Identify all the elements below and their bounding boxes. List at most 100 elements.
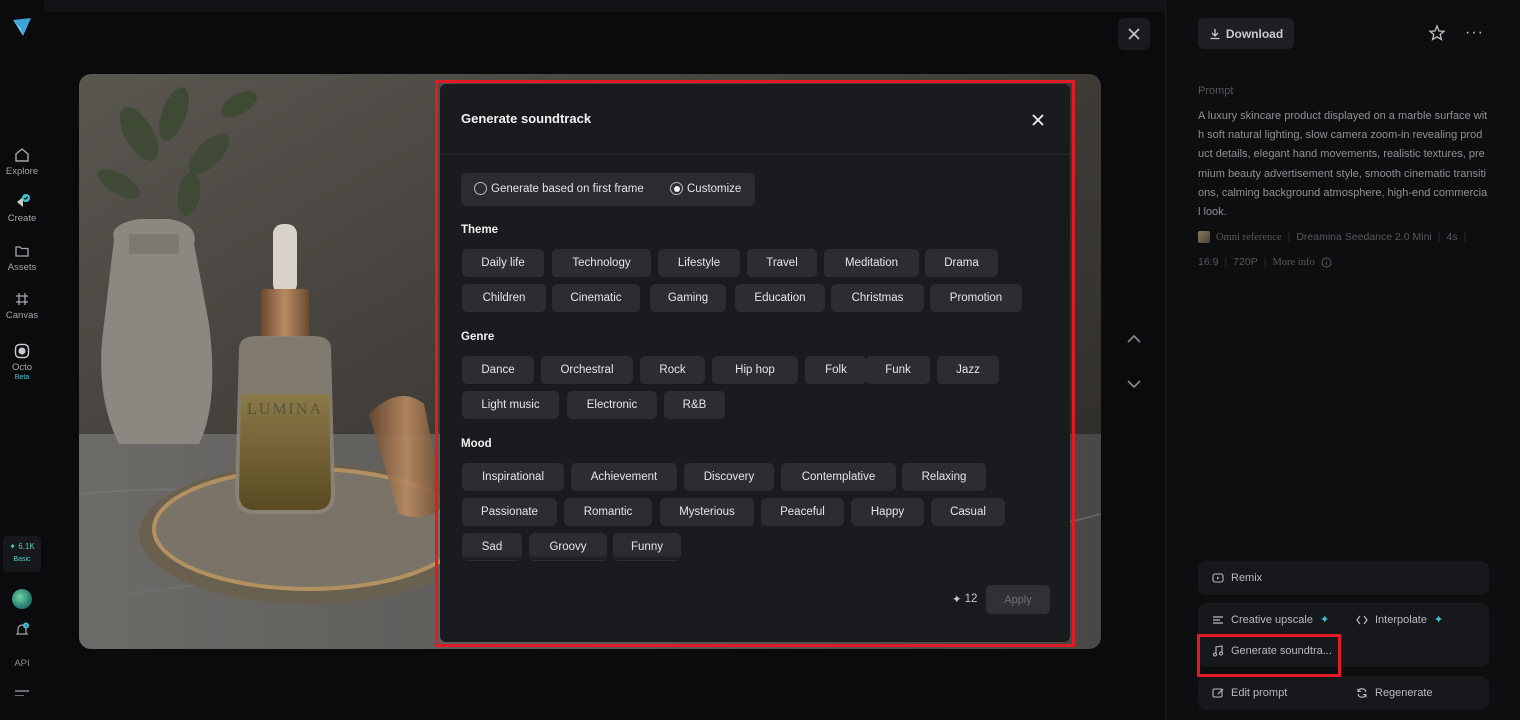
- close-icon: [1128, 28, 1140, 40]
- theme-chip[interactable]: Gaming: [650, 284, 726, 312]
- reference-label[interactable]: Omni reference: [1216, 232, 1282, 243]
- chevron-up-icon[interactable]: [1124, 329, 1144, 349]
- mood-chip[interactable]: Discovery: [684, 463, 774, 491]
- mode-option-label: Generate based on first frame: [491, 182, 644, 195]
- dialog-title: Generate soundtrack: [461, 111, 592, 126]
- mode-selector: Generate based on first frame Customize: [461, 173, 755, 206]
- nav-item-octo[interactable]: Octo Beta: [0, 343, 44, 381]
- mood-chip[interactable]: Mysterious: [660, 498, 754, 526]
- info-icon[interactable]: [1321, 257, 1332, 268]
- genre-chip[interactable]: Hip hop: [712, 356, 798, 384]
- credits-value: ✦ 6.1K: [9, 542, 35, 551]
- apply-button[interactable]: Apply: [986, 585, 1050, 614]
- genre-chip[interactable]: Funk: [866, 356, 930, 384]
- creative-upscale-button[interactable]: Creative upscale ✦: [1212, 613, 1329, 626]
- nav-label: Explore: [5, 166, 39, 177]
- mode-option-label: Customize: [687, 182, 742, 195]
- sparkle-icon: ✦: [1433, 614, 1444, 626]
- genre-chip[interactable]: Electronic: [567, 391, 657, 419]
- mood-heading: Mood: [461, 438, 492, 450]
- theme-chip[interactable]: Cinematic: [552, 284, 640, 312]
- theme-chip[interactable]: Promotion: [930, 284, 1022, 312]
- resolution-label: 720P: [1233, 256, 1258, 268]
- interpolate-label: Interpolate: [1375, 613, 1427, 626]
- mood-chip[interactable]: Contemplative: [781, 463, 896, 491]
- canvas-icon: [16, 293, 28, 305]
- left-nav-rail: Explore Create Assets Canvas Octo Beta ✦…: [0, 0, 44, 720]
- download-button[interactable]: Download: [1198, 18, 1294, 49]
- nav-item-canvas[interactable]: Canvas: [0, 291, 44, 321]
- interpolate-button[interactable]: Interpolate ✦: [1356, 613, 1443, 626]
- remix-label: Remix: [1231, 572, 1263, 584]
- nav-item-assets[interactable]: Assets: [0, 243, 44, 273]
- theme-chip[interactable]: Meditation: [824, 249, 919, 277]
- api-link[interactable]: API: [0, 658, 44, 669]
- remix-button[interactable]: Remix: [1212, 572, 1262, 584]
- mood-chip[interactable]: Peaceful: [761, 498, 844, 526]
- close-icon[interactable]: [1030, 112, 1046, 128]
- radio-button-selected[interactable]: [670, 182, 683, 195]
- genre-chip[interactable]: Light music: [462, 391, 559, 419]
- regenerate-button[interactable]: Regenerate: [1356, 687, 1433, 699]
- interpolate-icon: [1356, 615, 1368, 624]
- genre-chip[interactable]: R&B: [664, 391, 725, 419]
- mood-chip[interactable]: Happy: [851, 498, 924, 526]
- nav-label: Octo: [11, 362, 33, 373]
- star-icon[interactable]: [1428, 24, 1446, 42]
- mood-chip[interactable]: Romantic: [564, 498, 652, 526]
- nav-label: Canvas: [5, 310, 39, 321]
- mood-chip[interactable]: Inspirational: [462, 463, 564, 491]
- theme-chip[interactable]: Education: [735, 284, 825, 312]
- credits-badge[interactable]: ✦ 6.1K Basic: [3, 536, 41, 572]
- theme-chip[interactable]: Christmas: [831, 284, 924, 312]
- download-icon: [1210, 28, 1220, 39]
- more-options-icon[interactable]: ···: [1465, 24, 1484, 42]
- theme-chip[interactable]: Travel: [747, 249, 817, 277]
- theme-chip[interactable]: Daily life: [462, 249, 544, 277]
- duration-label: 4s: [1446, 231, 1458, 243]
- radio-button[interactable]: [474, 182, 487, 195]
- genre-chip[interactable]: Rock: [640, 356, 705, 384]
- viewer-close-button[interactable]: [1118, 18, 1150, 50]
- download-label: Download: [1225, 26, 1284, 41]
- home-icon: [15, 148, 29, 162]
- create-icon: [17, 194, 30, 207]
- octo-icon: [14, 343, 30, 359]
- edit-prompt-button[interactable]: Edit prompt: [1212, 687, 1287, 699]
- mood-chip[interactable]: Casual: [931, 498, 1005, 526]
- generate-soundtrack-dialog: Generate soundtrack Generate based on fi…: [440, 84, 1070, 642]
- theme-chip[interactable]: Drama: [925, 249, 998, 277]
- reference-thumbnail: [1198, 231, 1210, 243]
- theme-chip[interactable]: Children: [462, 284, 546, 312]
- avatar[interactable]: [12, 589, 32, 609]
- mode-option-first-frame[interactable]: Generate based on first frame: [474, 182, 644, 195]
- remix-icon: [1212, 573, 1224, 583]
- nav-item-create[interactable]: Create: [0, 194, 44, 224]
- menu-icon[interactable]: [15, 690, 29, 699]
- regenerate-label: Regenerate: [1375, 687, 1433, 699]
- nav-item-explore[interactable]: Explore: [0, 147, 44, 177]
- genre-chip[interactable]: Dance: [462, 356, 534, 384]
- credits-tier: Basic: [13, 556, 31, 563]
- sparkle-icon: ✦: [952, 594, 962, 606]
- chevron-down-icon[interactable]: [1124, 374, 1144, 394]
- folder-icon: [15, 246, 29, 257]
- theme-chip[interactable]: Lifestyle: [658, 249, 740, 277]
- nav-label: Assets: [7, 262, 37, 273]
- ratio-label: 16:9: [1198, 256, 1219, 268]
- mode-option-customize[interactable]: Customize: [670, 182, 741, 195]
- genre-chip[interactable]: Folk: [805, 356, 867, 384]
- genre-chip[interactable]: Jazz: [937, 356, 999, 384]
- mood-chip[interactable]: Achievement: [571, 463, 677, 491]
- meta-row: 16:9 | 720P | More info: [1198, 256, 1332, 268]
- mood-chip[interactable]: Relaxing: [902, 463, 986, 491]
- mood-chip[interactable]: Passionate: [462, 498, 557, 526]
- beta-badge: Beta: [14, 374, 30, 381]
- theme-chip[interactable]: Technology: [552, 249, 651, 277]
- genre-chip[interactable]: Orchestral: [541, 356, 633, 384]
- more-info-link[interactable]: More info: [1272, 257, 1314, 268]
- prompt-label: Prompt: [1198, 85, 1234, 97]
- app-logo-icon[interactable]: [11, 16, 33, 38]
- bell-icon[interactable]: 1: [14, 622, 30, 638]
- nav-label: Create: [7, 213, 37, 224]
